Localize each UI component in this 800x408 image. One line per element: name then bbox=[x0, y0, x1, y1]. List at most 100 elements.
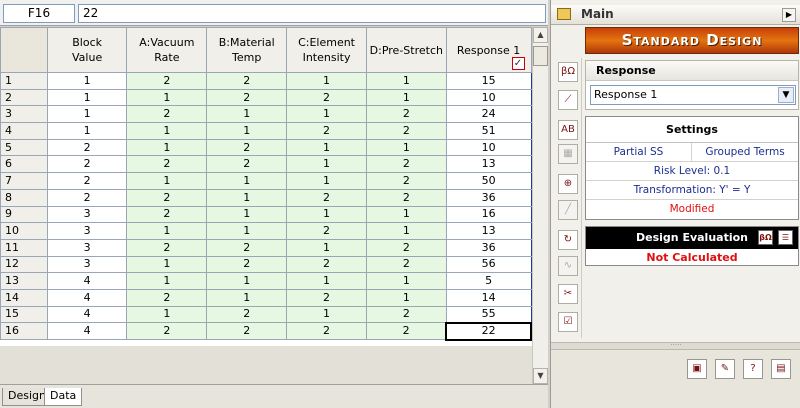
factor-cell[interactable]: 1 bbox=[286, 138, 367, 157]
factor-cell[interactable]: 1 bbox=[286, 205, 367, 224]
factor-cell[interactable]: 2 bbox=[286, 222, 367, 240]
row-header[interactable]: 7 bbox=[0, 172, 48, 190]
factor-cell[interactable]: 1 bbox=[206, 122, 288, 140]
check-icon[interactable]: ✓ bbox=[511, 57, 525, 70]
response-cell[interactable]: 36 bbox=[445, 188, 532, 207]
response-cell[interactable]: 10 bbox=[445, 88, 532, 107]
block-cell[interactable]: 4 bbox=[46, 288, 128, 307]
column-header[interactable]: C:Element Intensity bbox=[286, 27, 367, 73]
factor-cell[interactable]: 1 bbox=[286, 155, 367, 174]
row-header[interactable]: 15 bbox=[0, 305, 48, 324]
factor-cell[interactable]: 2 bbox=[126, 155, 208, 174]
factor-cell[interactable]: 2 bbox=[286, 255, 367, 274]
factor-cell[interactable]: 2 bbox=[206, 238, 288, 257]
factor-cell[interactable]: 2 bbox=[365, 255, 447, 274]
response-cell[interactable]: 36 bbox=[445, 238, 532, 257]
factor-cell[interactable]: 2 bbox=[206, 72, 288, 90]
response-cell[interactable]: 10 bbox=[445, 138, 532, 157]
factor-cell[interactable]: 1 bbox=[286, 305, 367, 324]
list-icon[interactable]: ☰ bbox=[778, 230, 793, 245]
block-cell[interactable]: 2 bbox=[46, 172, 128, 190]
factor-cell[interactable]: 1 bbox=[126, 172, 208, 190]
tab-data[interactable]: Data bbox=[44, 388, 83, 406]
factor-cell[interactable]: 1 bbox=[126, 272, 208, 290]
splitter-grip[interactable]: ····· bbox=[551, 342, 800, 350]
report-icon[interactable]: ✎ bbox=[715, 359, 735, 379]
folder-icon[interactable]: ▣ bbox=[687, 359, 707, 379]
block-cell[interactable]: 1 bbox=[46, 72, 128, 90]
risk-level-link[interactable]: Risk Level: 0.1 bbox=[586, 162, 798, 181]
factor-cell[interactable]: 1 bbox=[286, 72, 367, 90]
block-cell[interactable]: 3 bbox=[46, 255, 128, 274]
factor-cell[interactable]: 2 bbox=[126, 105, 208, 124]
tools-icon[interactable]: ✂ bbox=[558, 284, 578, 304]
cell-value-input[interactable]: 22 bbox=[78, 4, 546, 23]
factor-cell[interactable]: 1 bbox=[286, 238, 367, 257]
factor-cell[interactable]: 1 bbox=[365, 288, 447, 307]
response-dropdown[interactable]: Response 1 ▼ bbox=[590, 85, 796, 105]
beta-icon[interactable]: βΩ bbox=[758, 230, 773, 245]
factor-cell[interactable]: 1 bbox=[365, 222, 447, 240]
block-cell[interactable]: 1 bbox=[46, 122, 128, 140]
vertical-scrollbar[interactable]: ▲ ▼ bbox=[532, 27, 548, 384]
row-header[interactable]: 8 bbox=[0, 188, 48, 207]
grouped-terms-link[interactable]: Grouped Terms bbox=[692, 143, 798, 162]
row-header[interactable]: 5 bbox=[0, 138, 48, 157]
column-header[interactable]: A:Vacuum Rate bbox=[126, 27, 208, 73]
row-header[interactable]: 14 bbox=[0, 288, 48, 307]
column-header[interactable]: D:Pre-Stretch bbox=[365, 27, 447, 73]
column-header[interactable]: B:Material Temp bbox=[206, 27, 288, 73]
block-cell[interactable]: 4 bbox=[46, 305, 128, 324]
factor-cell[interactable]: 1 bbox=[206, 205, 288, 224]
target-icon[interactable]: ⊕ bbox=[558, 174, 578, 194]
factor-cell[interactable]: 2 bbox=[126, 72, 208, 90]
factor-cell[interactable]: 2 bbox=[206, 155, 288, 174]
factor-cell[interactable]: 2 bbox=[365, 105, 447, 124]
factor-cell[interactable]: 1 bbox=[365, 205, 447, 224]
factor-cell[interactable]: 2 bbox=[365, 188, 447, 207]
block-cell[interactable]: 1 bbox=[46, 105, 128, 124]
scroll-up-icon[interactable]: ▲ bbox=[533, 27, 548, 43]
row-header[interactable]: 2 bbox=[0, 88, 48, 107]
factor-cell[interactable]: 2 bbox=[286, 122, 367, 140]
factor-cell[interactable]: 1 bbox=[126, 138, 208, 157]
response-cell[interactable]: 55 bbox=[445, 305, 532, 324]
grid-check-icon[interactable]: ▦ bbox=[558, 144, 578, 164]
factor-cell[interactable]: 1 bbox=[126, 222, 208, 240]
factor-cell[interactable]: 1 bbox=[286, 172, 367, 190]
factor-cell[interactable]: 2 bbox=[206, 255, 288, 274]
response-cell[interactable]: 22 bbox=[445, 321, 532, 341]
factor-cell[interactable]: 2 bbox=[286, 288, 367, 307]
factor-cell[interactable]: 1 bbox=[126, 305, 208, 324]
block-cell[interactable]: 1 bbox=[46, 88, 128, 107]
factor-cell[interactable]: 1 bbox=[126, 255, 208, 274]
block-cell[interactable]: 4 bbox=[46, 322, 128, 340]
column-header[interactable]: Block Value bbox=[46, 27, 128, 73]
factor-cell[interactable]: 2 bbox=[365, 155, 447, 174]
block-cell[interactable]: 2 bbox=[46, 188, 128, 207]
response-cell[interactable]: 24 bbox=[445, 105, 532, 124]
response-cell[interactable]: 50 bbox=[445, 172, 532, 190]
scroll-down-icon[interactable]: ▼ bbox=[533, 368, 548, 384]
response-cell[interactable]: 15 bbox=[445, 72, 532, 90]
factor-cell[interactable]: 2 bbox=[126, 322, 208, 340]
block-cell[interactable]: 2 bbox=[46, 155, 128, 174]
regression-plot-icon[interactable]: ⟋ bbox=[558, 90, 578, 110]
factor-cell[interactable]: 2 bbox=[126, 288, 208, 307]
factor-cell[interactable]: 2 bbox=[126, 205, 208, 224]
row-header[interactable]: 3 bbox=[0, 105, 48, 124]
factor-cell[interactable]: 2 bbox=[365, 122, 447, 140]
factor-cell[interactable]: 2 bbox=[126, 238, 208, 257]
ss-type-link[interactable]: Partial SS bbox=[586, 143, 692, 162]
response-cell[interactable]: 13 bbox=[445, 155, 532, 174]
factor-cell[interactable]: 1 bbox=[126, 88, 208, 107]
factor-cell[interactable]: 1 bbox=[206, 188, 288, 207]
beta-icon[interactable]: βΩ bbox=[558, 62, 578, 82]
row-header[interactable]: 4 bbox=[0, 122, 48, 140]
checklist-icon[interactable]: ☑ bbox=[558, 312, 578, 332]
block-cell[interactable]: 3 bbox=[46, 238, 128, 257]
factor-cell[interactable]: 2 bbox=[365, 322, 447, 340]
chevron-down-icon[interactable]: ▼ bbox=[778, 87, 794, 103]
factor-cell[interactable]: 1 bbox=[126, 122, 208, 140]
factor-cell[interactable]: 1 bbox=[365, 138, 447, 157]
